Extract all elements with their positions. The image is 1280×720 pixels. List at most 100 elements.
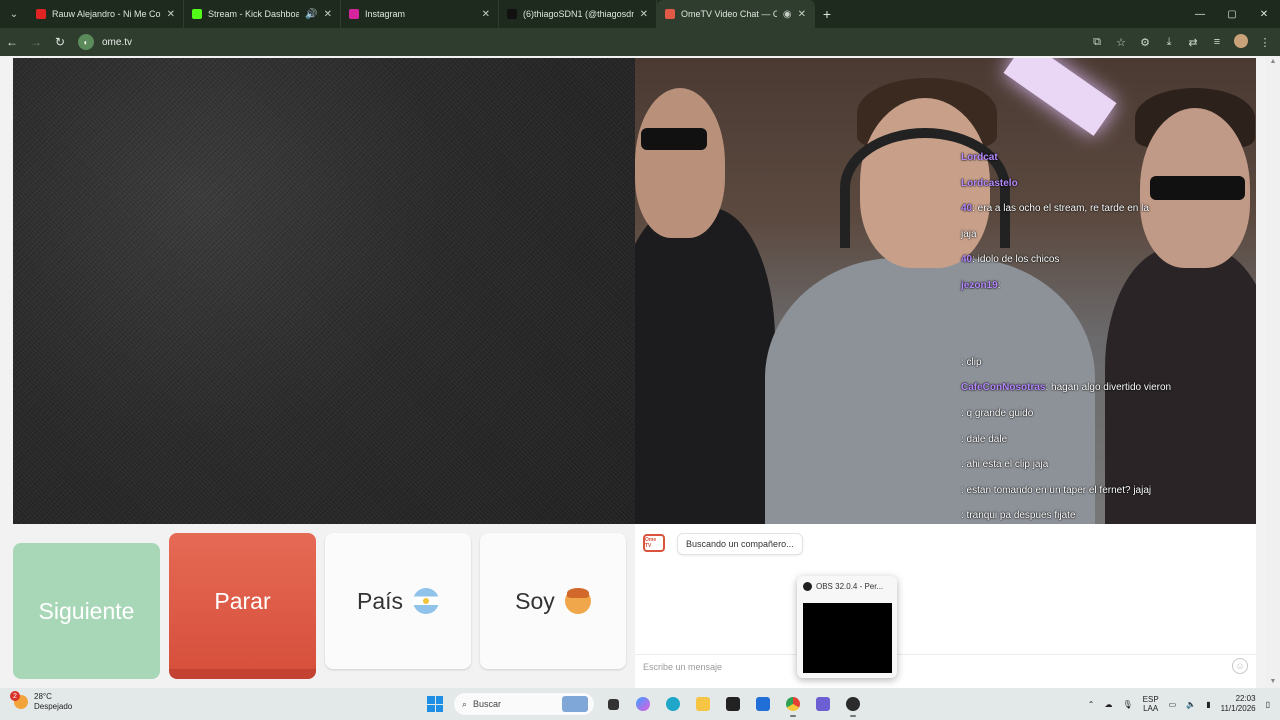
country-button[interactable]: País <box>325 533 471 669</box>
tray-overflow-chevron-icon[interactable]: ⌃ <box>1088 700 1095 709</box>
chat-message: : q grande guido <box>961 408 1033 419</box>
tab-tiktok[interactable]: (6)thiagoSDN1 (@thiagosdn1) ✕ <box>499 0 657 28</box>
translate-icon[interactable]: ⇄ <box>1186 36 1200 49</box>
scroll-up-icon[interactable]: ▲ <box>1268 58 1278 66</box>
chrome-icon[interactable] <box>782 693 804 717</box>
lang-bottom: LAA <box>1143 704 1159 713</box>
chat-message: : estan tomando en un taper el fernet? j… <box>961 485 1151 496</box>
chat-text: : ahi esta el clip jaja <box>961 459 1049 470</box>
back-icon[interactable]: ← <box>0 28 24 56</box>
chat-text: : <box>997 280 1001 291</box>
teams-icon[interactable] <box>812 693 834 715</box>
task-view-icon[interactable] <box>602 693 624 715</box>
logo-text: Ome TV <box>645 537 657 549</box>
chat-text: jaja <box>961 229 977 240</box>
edge-icon[interactable] <box>662 693 684 715</box>
weather-badge: 2 <box>10 691 20 701</box>
page-scrollbar[interactable]: ▲ ▼ <box>1266 56 1280 688</box>
tab-title: Instagram <box>365 9 406 19</box>
chat-message: jaja <box>961 229 977 240</box>
tab-rauw-alejandro[interactable]: Rauw Alejandro - Ni Me Conozco ✕ <box>28 0 184 28</box>
keyboard-language[interactable]: ESP LAA <box>1143 695 1159 713</box>
ometv-site-icon[interactable]: ◐ <box>78 34 94 50</box>
recording-icon: ◉ <box>782 8 792 20</box>
outlook-icon[interactable] <box>752 693 774 715</box>
stop-button-label: Parar <box>214 587 271 614</box>
tab-title: (6)thiagoSDN1 (@thiagosdn1) <box>523 9 634 19</box>
reload-icon[interactable]: ↻ <box>48 28 72 56</box>
volume-icon[interactable]: 🔈 <box>1186 700 1196 709</box>
close-window-icon[interactable]: ✕ <box>1248 0 1280 28</box>
emoji-icon[interactable]: ☺ <box>1232 658 1248 674</box>
next-button[interactable]: Siguiente <box>13 543 160 679</box>
audio-playing-icon[interactable]: 🔊 <box>305 9 317 20</box>
close-tab-icon[interactable]: ✕ <box>482 9 490 20</box>
minimize-icon[interactable]: — <box>1184 0 1216 28</box>
obs-taskbar-preview[interactable]: OBS 32.0.4 - Per... <box>797 576 897 678</box>
message-input[interactable]: Escribe un mensaje <box>635 654 1256 678</box>
address-bar[interactable]: ◐ ome.tv <box>78 34 132 50</box>
obs-preview-thumbnail[interactable] <box>803 603 892 673</box>
network-icon[interactable]: ▭ <box>1169 700 1177 709</box>
reading-list-icon[interactable]: ≡ <box>1210 36 1224 48</box>
chat-message: jezon19: <box>961 280 1000 291</box>
ometv-icon <box>665 9 675 19</box>
tab-ometv[interactable]: OmeTV Video Chat — Ome ◉ ✕ <box>657 0 815 28</box>
maximize-icon[interactable]: ▢ <box>1216 0 1248 28</box>
url-text[interactable]: ome.tv <box>102 37 132 48</box>
chat-text: : q grande guido <box>961 408 1034 419</box>
close-tab-icon[interactable]: ✕ <box>798 9 806 20</box>
file-explorer-icon[interactable] <box>692 693 714 715</box>
start-button[interactable] <box>424 693 446 715</box>
obs-app-icon[interactable] <box>842 693 864 717</box>
chat-panel: Ome TV Buscando un compañero... Escribe … <box>635 524 1256 688</box>
obs-icon <box>803 582 812 591</box>
chat-username: CafeConNosotras <box>961 382 1046 393</box>
forward-icon[interactable]: → <box>24 28 48 56</box>
clock[interactable]: 22:03 11/1/2026 <box>1221 694 1256 714</box>
stop-button[interactable]: Parar <box>169 533 316 679</box>
toolbar-actions: ⧉ ☆ ⚙ ⤓ ⇄ ≡ ⋮ <box>1090 28 1272 56</box>
onedrive-icon[interactable]: ☁ <box>1104 700 1112 709</box>
cast-icon[interactable]: ⧉ <box>1090 36 1104 49</box>
browser-tab-strip: ⌄ Rauw Alejandro - Ni Me Conozco ✕ Strea… <box>0 0 1280 28</box>
boy-emoji-icon <box>564 588 591 614</box>
system-message: Buscando un compañero... <box>677 533 803 555</box>
store-icon[interactable] <box>722 693 744 715</box>
ometv-logo-icon: Ome TV <box>643 534 665 552</box>
menu-icon[interactable]: ⋮ <box>1258 36 1272 49</box>
notifications-icon[interactable]: ▯ <box>1266 700 1270 709</box>
new-tab-button[interactable]: + <box>815 0 839 28</box>
chat-message: Lordcat <box>961 152 998 163</box>
scroll-down-icon[interactable]: ▼ <box>1268 678 1278 686</box>
windows-logo-icon <box>427 696 443 712</box>
window-controls: — ▢ ✕ <box>1184 0 1280 28</box>
copilot-icon[interactable] <box>632 693 654 715</box>
tab-kick-dashboard[interactable]: Stream - Kick Dashboard 🔊 ✕ <box>184 0 341 28</box>
microphone-icon[interactable]: 🎙 <box>1122 700 1132 709</box>
chat-text: : hagan algo divertido vieron <box>1045 382 1172 393</box>
close-tab-icon[interactable]: ✕ <box>324 9 332 20</box>
chat-username: 40 <box>961 254 973 265</box>
weather-widget[interactable]: 2 28°C Despejado <box>10 691 72 712</box>
sun-icon: 2 <box>10 691 28 709</box>
tab-search-chevron-icon[interactable]: ⌄ <box>0 0 28 28</box>
chat-message: 40: idolo de los chicos <box>961 254 1059 265</box>
taskbar-apps: ⌕ Buscar <box>424 692 864 717</box>
taskbar-search[interactable]: ⌕ Buscar <box>454 693 594 715</box>
youtube-icon <box>36 9 46 19</box>
extensions-icon[interactable]: ⚙ <box>1138 36 1152 49</box>
profile-avatar[interactable] <box>1234 33 1248 51</box>
tab-instagram[interactable]: Instagram ✕ <box>341 0 499 28</box>
close-tab-icon[interactable]: ✕ <box>640 9 648 20</box>
chat-text: : idolo de los chicos <box>972 254 1060 265</box>
chat-message: : dale dale <box>961 434 1007 445</box>
gender-button[interactable]: Soy <box>480 533 626 669</box>
search-icon: ⌕ <box>462 698 468 709</box>
country-button-label: País <box>356 587 404 614</box>
download-icon[interactable]: ⤓ <box>1162 36 1176 49</box>
ring-light <box>1003 58 1117 136</box>
battery-icon[interactable]: ▮ <box>1206 700 1210 709</box>
close-tab-icon[interactable]: ✕ <box>167 9 175 20</box>
bookmark-star-icon[interactable]: ☆ <box>1114 36 1128 49</box>
